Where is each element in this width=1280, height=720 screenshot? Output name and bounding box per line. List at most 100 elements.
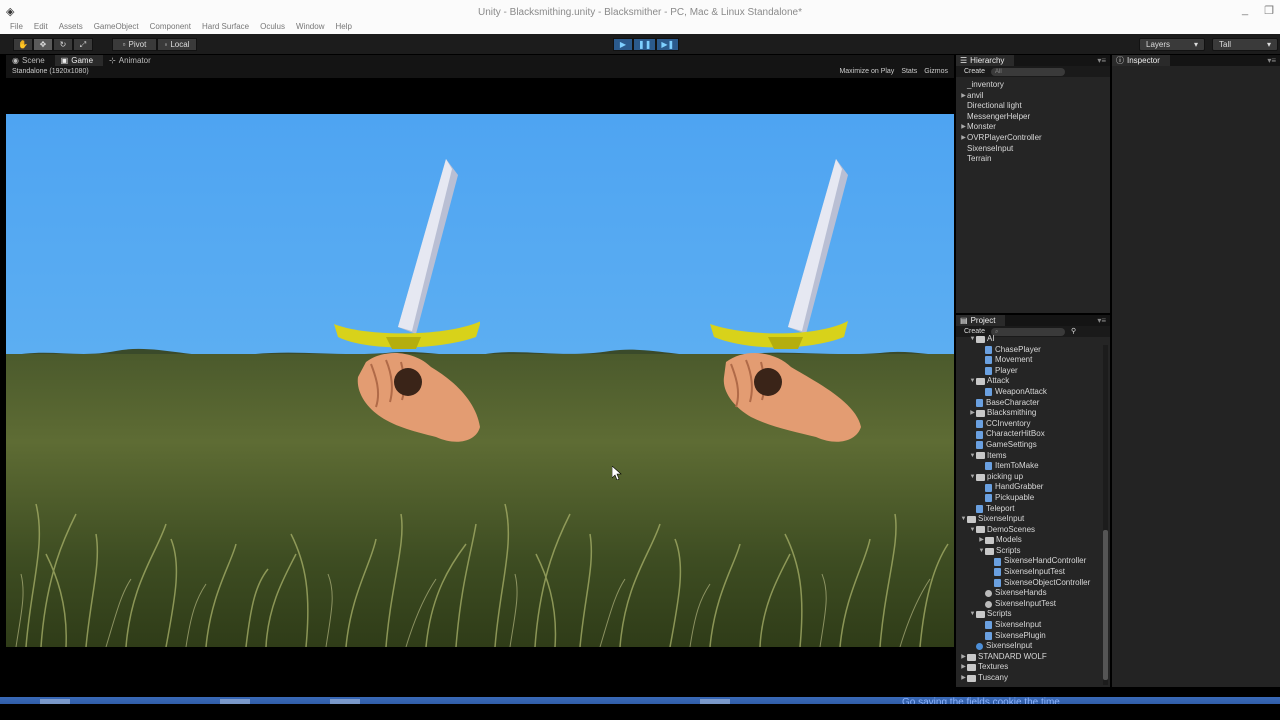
menu-window[interactable]: Window bbox=[296, 22, 324, 34]
project-search-input[interactable]: ⌕ bbox=[991, 327, 1066, 336]
hierarchy-item-anvil[interactable]: ▶ anvil bbox=[956, 91, 1110, 102]
local-button[interactable]: ◦ Local bbox=[157, 38, 197, 51]
project-item-sixenseinputtest[interactable]: SixenseInputTest bbox=[956, 567, 1110, 578]
project-item-sixenseinputtest[interactable]: SixenseInputTest bbox=[956, 599, 1110, 610]
project-item-sixenseinput[interactable]: ▼ SixenseInput bbox=[956, 514, 1110, 525]
scale-tool-button[interactable]: ⤢ bbox=[73, 38, 93, 51]
project-item-characterhitbox[interactable]: CharacterHitBox bbox=[956, 429, 1110, 440]
collapse-arrow-icon[interactable]: ▼ bbox=[960, 514, 967, 525]
expand-arrow-icon[interactable]: ▶ bbox=[960, 673, 967, 684]
menu-oculus[interactable]: Oculus bbox=[260, 22, 285, 34]
collapse-arrow-icon[interactable]: ▼ bbox=[969, 525, 976, 536]
project-item-sixensehands[interactable]: SixenseHands bbox=[956, 588, 1110, 599]
project-item-picking-up[interactable]: ▼ picking up bbox=[956, 472, 1110, 483]
project-item-demoscenes[interactable]: ▼ DemoScenes bbox=[956, 525, 1110, 536]
collapse-arrow-icon[interactable]: ▼ bbox=[969, 376, 976, 387]
menu-gameobject[interactable]: GameObject bbox=[94, 22, 139, 34]
scrollbar-thumb[interactable] bbox=[1103, 530, 1108, 680]
expand-arrow-icon[interactable]: ▶ bbox=[978, 535, 985, 546]
tab-game-label: Game bbox=[71, 56, 94, 65]
project-item-tuscany[interactable]: ▶ Tuscany bbox=[956, 673, 1110, 684]
menu-edit[interactable]: Edit bbox=[34, 22, 48, 34]
hierarchy-item-terrain[interactable]: Terrain bbox=[956, 154, 1110, 165]
collapse-arrow-icon[interactable]: ▼ bbox=[969, 334, 976, 345]
hierarchy-item-sixenseinput[interactable]: SixenseInput bbox=[956, 144, 1110, 155]
collapse-arrow-icon[interactable]: ▼ bbox=[978, 546, 985, 557]
project-item-attack[interactable]: ▼ Attack bbox=[956, 376, 1110, 387]
project-item-weaponattack[interactable]: WeaponAttack bbox=[956, 387, 1110, 398]
maximize-on-play-toggle[interactable]: Maximize on Play bbox=[839, 68, 894, 75]
resolution-dropdown[interactable]: Standalone (1920x1080) bbox=[12, 68, 89, 75]
tab-scene[interactable]: ◉ Scene bbox=[6, 55, 55, 66]
collapse-arrow-icon[interactable]: ▼ bbox=[969, 472, 976, 483]
project-item-standard-wolf[interactable]: ▶ STANDARD WOLF bbox=[956, 652, 1110, 663]
hand-tool-button[interactable]: ✋ bbox=[13, 38, 33, 51]
project-item-player[interactable]: Player bbox=[956, 366, 1110, 377]
project-item-teleport[interactable]: Teleport bbox=[956, 504, 1110, 515]
project-item-handgrabber[interactable]: HandGrabber bbox=[956, 482, 1110, 493]
project-item-models[interactable]: ▶ Models bbox=[956, 535, 1110, 546]
pause-button[interactable]: ❚❚ bbox=[633, 38, 657, 51]
project-item-items[interactable]: ▼ Items bbox=[956, 451, 1110, 462]
expand-arrow-icon[interactable]: ▶ bbox=[960, 91, 967, 102]
step-button[interactable]: ▶❚ bbox=[656, 38, 680, 51]
project-item-ai[interactable]: ▼ AI bbox=[956, 334, 1110, 345]
project-item-chaseplayer[interactable]: ChasePlayer bbox=[956, 345, 1110, 356]
expand-arrow-icon[interactable]: ▶ bbox=[960, 662, 967, 673]
menu-hard-surface[interactable]: Hard Surface bbox=[202, 22, 249, 34]
panel-menu-icon[interactable]: ▾≡ bbox=[1267, 55, 1280, 66]
project-item-movement[interactable]: Movement bbox=[956, 355, 1110, 366]
hierarchy-create-button[interactable]: Create bbox=[964, 66, 985, 77]
restore-button[interactable]: ❐ bbox=[1264, 4, 1274, 17]
project-item-sixensehandcontroller[interactable]: SixenseHandController bbox=[956, 556, 1110, 567]
hierarchy-search-input[interactable]: All bbox=[991, 67, 1066, 76]
hierarchy-item-directional-light[interactable]: Directional light bbox=[956, 101, 1110, 112]
menu-file[interactable]: File bbox=[10, 22, 23, 34]
menu-assets[interactable]: Assets bbox=[59, 22, 83, 34]
panel-menu-icon[interactable]: ▾≡ bbox=[1097, 55, 1110, 66]
rotate-tool-button[interactable]: ↻ bbox=[53, 38, 73, 51]
menu-component[interactable]: Component bbox=[150, 22, 191, 34]
tab-inspector[interactable]: ⓘ Inspector bbox=[1112, 55, 1170, 66]
play-button[interactable]: ▶ bbox=[613, 38, 633, 51]
pivot-button[interactable]: ▫ Pivot bbox=[112, 38, 157, 51]
game-viewport[interactable] bbox=[6, 114, 954, 647]
project-item-pickupable[interactable]: Pickupable bbox=[956, 493, 1110, 504]
hierarchy-item-ovrplayercontroller[interactable]: ▶ OVRPlayerController bbox=[956, 133, 1110, 144]
move-tool-button[interactable]: ✥ bbox=[33, 38, 53, 51]
hierarchy-item-inventory[interactable]: _inventory bbox=[956, 80, 1110, 91]
project-item-gamesettings[interactable]: GameSettings bbox=[956, 440, 1110, 451]
stats-toggle[interactable]: Stats bbox=[901, 68, 917, 75]
project-item-itemtomake[interactable]: ItemToMake bbox=[956, 461, 1110, 472]
collapse-arrow-icon[interactable]: ▼ bbox=[969, 451, 976, 462]
project-item-sixenseinput[interactable]: SixenseInput bbox=[956, 641, 1110, 652]
tab-animator[interactable]: ⊹ Animator bbox=[103, 55, 161, 66]
menu-help[interactable]: Help bbox=[335, 22, 351, 34]
expand-arrow-icon[interactable]: ▶ bbox=[960, 652, 967, 663]
layout-dropdown[interactable]: Tall ▾ bbox=[1212, 38, 1278, 51]
filter-icon[interactable]: ⚲ bbox=[1071, 326, 1076, 337]
project-scrollbar[interactable] bbox=[1103, 345, 1108, 685]
project-item-blacksmithing[interactable]: ▶ Blacksmithing bbox=[956, 408, 1110, 419]
project-item-basecharacter[interactable]: BaseCharacter bbox=[956, 398, 1110, 409]
tab-hierarchy[interactable]: ☰ Hierarchy bbox=[956, 55, 1015, 66]
project-item-textures[interactable]: ▶ Textures bbox=[956, 662, 1110, 673]
expand-arrow-icon[interactable]: ▶ bbox=[969, 408, 976, 419]
layers-dropdown[interactable]: Layers ▾ bbox=[1139, 38, 1205, 51]
collapse-arrow-icon[interactable]: ▼ bbox=[969, 609, 976, 620]
hierarchy-item-monster[interactable]: ▶ Monster bbox=[956, 122, 1110, 133]
project-item-sixenseplugin[interactable]: SixensePlugin bbox=[956, 631, 1110, 642]
project-item-scripts[interactable]: ▼ Scripts bbox=[956, 609, 1110, 620]
tab-game[interactable]: ▣ Game bbox=[54, 55, 104, 66]
project-item-ccinventory[interactable]: CCInventory bbox=[956, 419, 1110, 430]
expand-arrow-icon[interactable]: ▶ bbox=[960, 122, 967, 133]
minimize-button[interactable]: _ bbox=[1242, 4, 1248, 17]
hierarchy-item-messengerhelper[interactable]: MessengerHelper bbox=[956, 112, 1110, 123]
tab-project[interactable]: ▤ Project bbox=[956, 315, 1006, 326]
panel-menu-icon[interactable]: ▾≡ bbox=[1097, 315, 1110, 326]
project-item-sixenseinput[interactable]: SixenseInput bbox=[956, 620, 1110, 631]
project-item-scripts[interactable]: ▼ Scripts bbox=[956, 546, 1110, 557]
project-item-sixenseobjectcontroller[interactable]: SixenseObjectController bbox=[956, 578, 1110, 589]
gizmos-dropdown[interactable]: Gizmos bbox=[924, 68, 948, 75]
expand-arrow-icon[interactable]: ▶ bbox=[960, 133, 967, 144]
